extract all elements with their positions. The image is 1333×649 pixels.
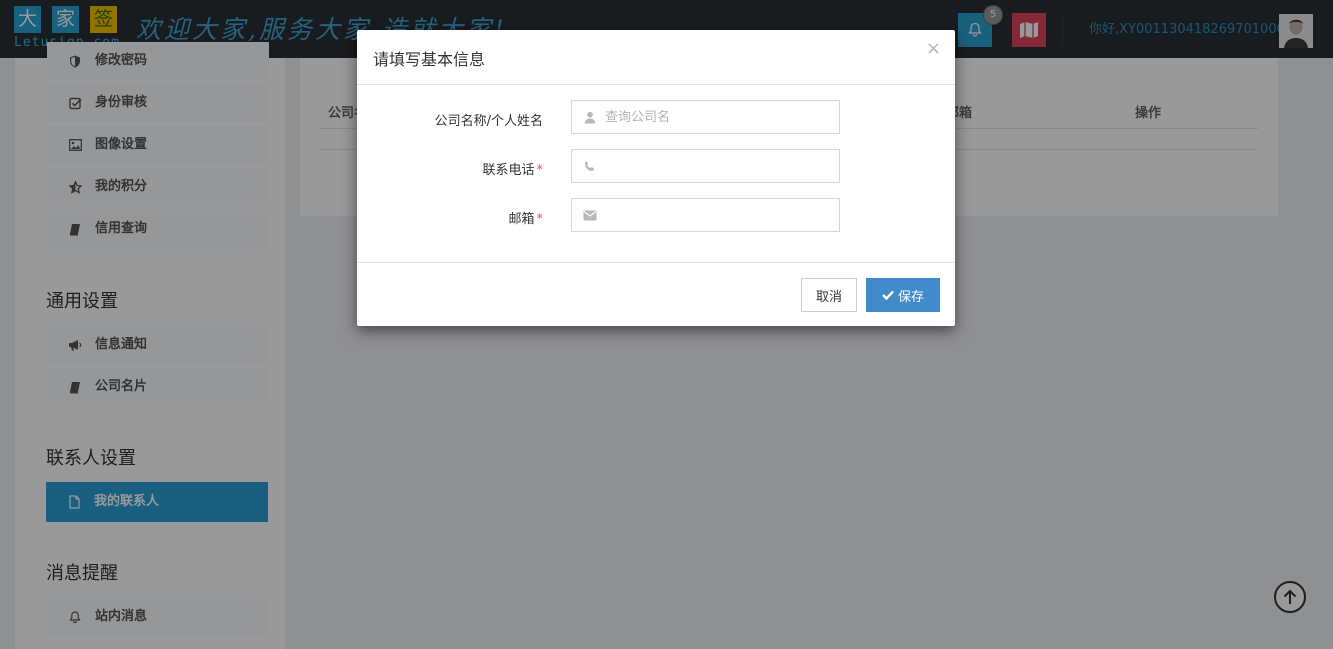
close-icon[interactable]: × — [926, 38, 941, 59]
company-name-label: 公司名称/个人姓名 — [357, 110, 543, 129]
company-name-input[interactable] — [605, 101, 835, 133]
modal-footer: 取消 保存 — [357, 262, 955, 327]
email-label-text: 邮箱 — [508, 212, 535, 227]
phone-input[interactable] — [605, 150, 835, 182]
cancel-button[interactable]: 取消 — [801, 278, 857, 312]
save-button[interactable]: 保存 — [866, 278, 940, 312]
phone-label: 联系电话 * — [357, 159, 543, 178]
required-mark: * — [536, 163, 544, 178]
basic-info-modal: 请填写基本信息 × 公司名称/个人姓名 联系电话* 邮箱* 取消 保存 — [357, 30, 955, 326]
phone-label-text: 联系电话 — [482, 163, 535, 178]
check-icon — [882, 290, 894, 300]
phone-field[interactable] — [571, 149, 840, 183]
required-mark: * — [536, 212, 544, 227]
phone-icon — [582, 150, 598, 182]
email-label: 邮箱 * — [357, 208, 543, 227]
email-field[interactable] — [571, 198, 840, 232]
company-name-field[interactable] — [571, 100, 840, 134]
modal-title: 请填写基本信息 — [373, 50, 486, 69]
envelope-icon — [582, 199, 598, 231]
company-name-label-text: 公司名称/个人姓名 — [434, 114, 543, 129]
modal-header: 请填写基本信息 × — [357, 30, 955, 85]
user-icon — [582, 101, 598, 133]
save-button-label: 保存 — [897, 289, 924, 305]
email-input[interactable] — [605, 199, 835, 231]
